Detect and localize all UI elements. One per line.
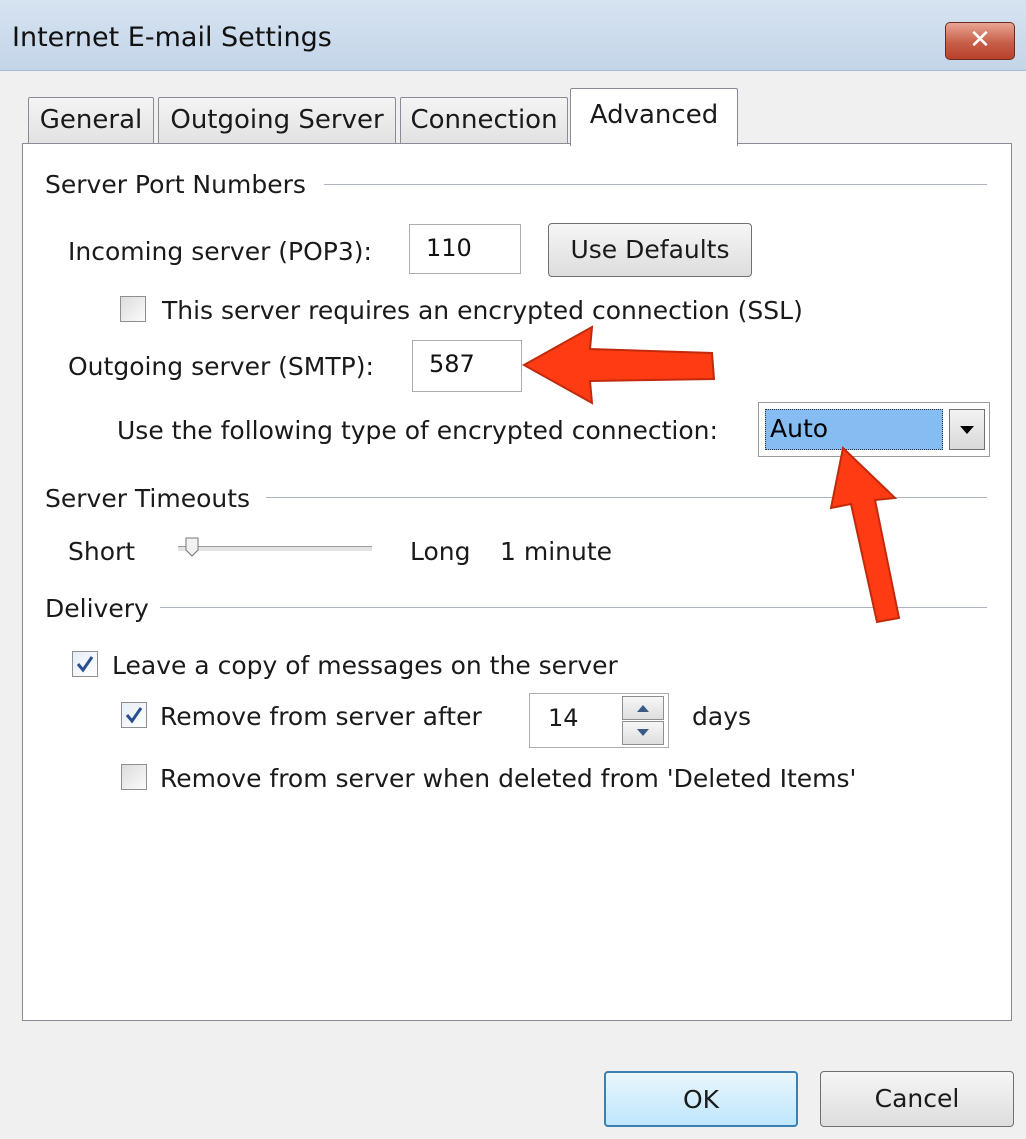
outgoing-port-input[interactable]: 587 [412, 340, 522, 392]
spinner-down-button[interactable] [622, 721, 664, 745]
slider-thumb-icon [185, 537, 199, 557]
title-bar: Internet E-mail Settings ✕ [0, 0, 1026, 71]
remove-after-days-value: 14 [548, 704, 579, 732]
remove-deleted-label: Remove from server when deleted from 'De… [160, 764, 857, 793]
timeout-short-label: Short [68, 537, 136, 566]
leave-copy-label: Leave a copy of messages on the server [112, 651, 618, 680]
encryption-type-label: Use the following type of encrypted conn… [117, 416, 718, 445]
tab-outgoing-server[interactable]: Outgoing Server [158, 97, 396, 143]
checkmark-icon [125, 707, 143, 724]
chevron-down-icon [960, 426, 974, 434]
timeout-value: 1 minute [500, 537, 613, 566]
group-divider [160, 607, 987, 608]
spinner-up-button[interactable] [622, 696, 664, 720]
outgoing-server-label: Outgoing server (SMTP): [68, 352, 374, 381]
close-button[interactable]: ✕ [945, 22, 1015, 60]
dropdown-button[interactable] [949, 409, 985, 450]
tab-label: Advanced [589, 100, 719, 130]
cancel-button[interactable]: Cancel [820, 1071, 1014, 1127]
tab-general[interactable]: General [28, 97, 154, 143]
timeout-slider-track[interactable] [178, 546, 372, 552]
checkmark-icon [76, 656, 94, 673]
timeout-long-label: Long [410, 537, 471, 566]
tab-advanced[interactable]: Advanced [570, 88, 738, 146]
remove-deleted-checkbox[interactable] [121, 764, 147, 790]
chevron-down-icon [637, 729, 649, 736]
ssl-label: This server requires an encrypted connec… [162, 296, 803, 325]
group-label-server-timeouts: Server Timeouts [45, 484, 251, 513]
chevron-up-icon [637, 705, 649, 712]
use-defaults-button[interactable]: Use Defaults [548, 223, 752, 277]
tab-label: Connection [410, 105, 558, 135]
incoming-port-input[interactable]: 110 [409, 224, 521, 274]
tab-label: General [39, 105, 143, 135]
group-divider [266, 497, 987, 498]
remove-after-checkbox[interactable] [121, 702, 147, 728]
ok-button[interactable]: OK [604, 1071, 798, 1127]
remove-after-days-spinner[interactable]: 14 [529, 693, 669, 748]
encryption-type-value: Auto [765, 409, 943, 450]
group-divider [324, 184, 987, 185]
days-label: days [692, 702, 752, 731]
window-title: Internet E-mail Settings [12, 22, 332, 53]
ssl-checkbox[interactable] [120, 296, 146, 322]
close-icon: ✕ [969, 25, 991, 55]
group-label-server-ports: Server Port Numbers [45, 170, 306, 199]
leave-copy-checkbox[interactable] [72, 651, 98, 677]
incoming-server-label: Incoming server (POP3): [68, 237, 372, 266]
encryption-type-select[interactable]: Auto [758, 402, 990, 457]
tab-label: Outgoing Server [170, 105, 384, 135]
tab-connection[interactable]: Connection [400, 97, 568, 143]
remove-after-label: Remove from server after [160, 702, 482, 731]
tab-panel-advanced [22, 143, 1012, 1021]
timeout-slider-thumb[interactable] [185, 537, 199, 557]
group-label-delivery: Delivery [45, 594, 149, 623]
